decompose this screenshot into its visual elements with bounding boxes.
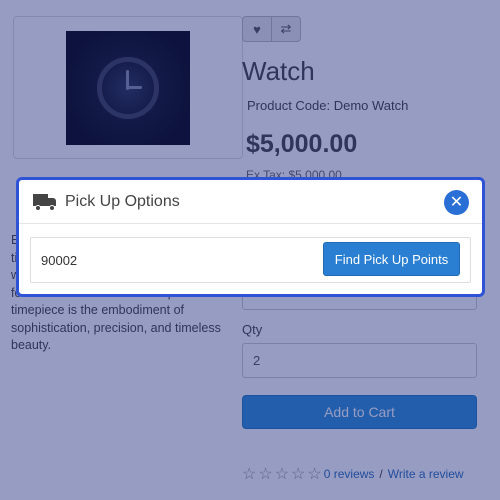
modal-header: Pick Up Options ✕ xyxy=(19,180,482,224)
find-pick-up-points-button[interactable]: Find Pick Up Points xyxy=(323,242,460,276)
close-button[interactable]: ✕ xyxy=(444,190,469,215)
modal-title: Pick Up Options xyxy=(65,192,180,210)
pick-up-search-group: 90002 Find Pick Up Points xyxy=(30,237,471,283)
zip-code-input[interactable]: 90002 xyxy=(41,246,311,274)
close-icon: ✕ xyxy=(449,193,464,211)
truck-icon xyxy=(33,193,57,211)
pick-up-options-modal: Pick Up Options ✕ 90002 Find Pick Up Poi… xyxy=(16,177,485,297)
